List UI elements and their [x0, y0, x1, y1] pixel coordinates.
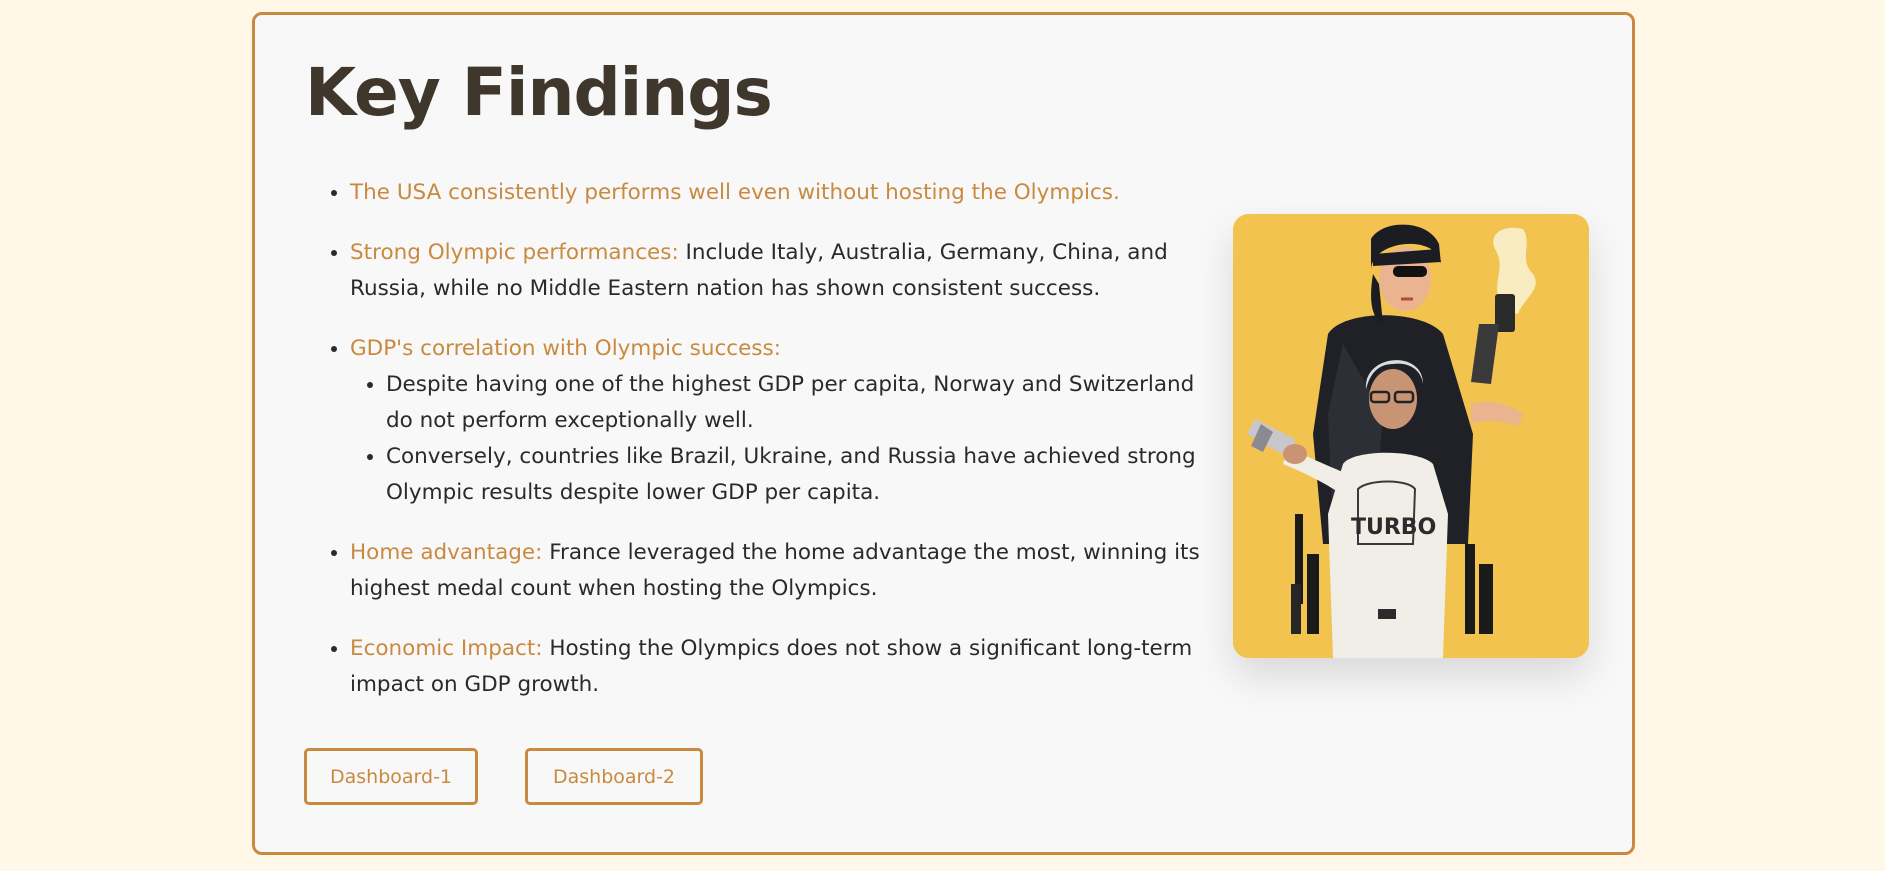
finding-strong-performances: Strong Olympic performances: Include Ita…: [350, 235, 1210, 307]
illustration-image: TURBO: [1233, 214, 1589, 658]
finding-highlight: GDP's correlation with Olympic success:: [350, 336, 781, 361]
finding-highlight: Home advantage:: [350, 540, 543, 565]
gdp-sublist: Despite having one of the highest GDP pe…: [350, 367, 1210, 511]
finding-gdp-correlation: GDP's correlation with Olympic success: …: [350, 331, 1210, 511]
shirt-text: TURBO: [1351, 515, 1436, 540]
finding-highlight: Economic Impact:: [350, 636, 543, 661]
gdp-subitem-brazil: Conversely, countries like Brazil, Ukrai…: [386, 439, 1210, 511]
finding-highlight: The USA consistently performs well even …: [350, 180, 1120, 205]
key-findings-card: Key Findings The USA consistently perfor…: [252, 12, 1635, 855]
page-title: Key Findings: [305, 54, 773, 131]
finding-usa: The USA consistently performs well even …: [350, 175, 1210, 211]
finding-highlight: Strong Olympic performances:: [350, 240, 679, 265]
illustration-art: TURBO: [1233, 214, 1589, 658]
findings-list: The USA consistently performs well even …: [305, 175, 1210, 727]
gdp-subitem-norway: Despite having one of the highest GDP pe…: [386, 367, 1210, 439]
finding-economic-impact: Economic Impact: Hosting the Olympics do…: [350, 631, 1210, 703]
dashboard-1-button[interactable]: Dashboard-1: [304, 748, 478, 805]
finding-home-advantage: Home advantage: France leveraged the hom…: [350, 535, 1210, 607]
dashboard-2-button[interactable]: Dashboard-2: [525, 748, 703, 805]
